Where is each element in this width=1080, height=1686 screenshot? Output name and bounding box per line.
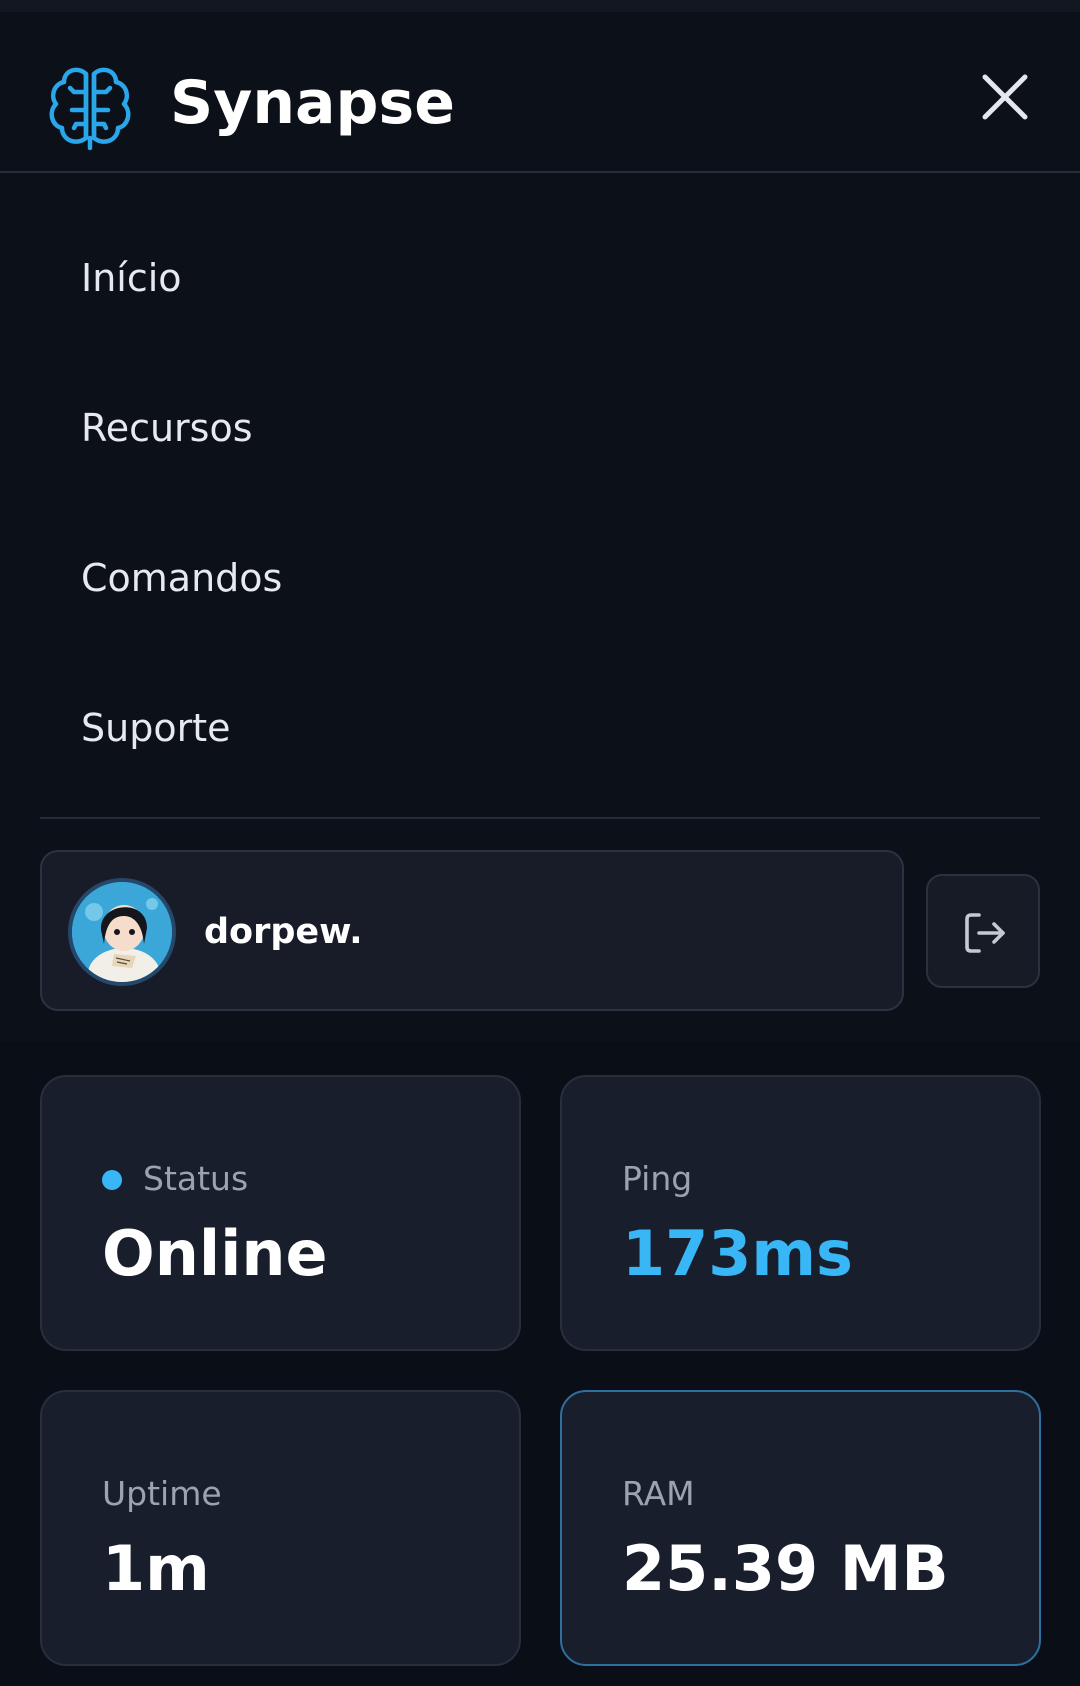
nav-item-label: Recursos [81, 406, 253, 450]
menu-header: Synapse [0, 12, 1080, 173]
uptime-value: 1m [102, 1532, 210, 1605]
ram-card: RAM 25.39 MB [560, 1390, 1041, 1666]
close-icon[interactable] [975, 67, 1035, 127]
nav-item-inicio[interactable]: Início [40, 216, 1040, 336]
app-title: Synapse [170, 68, 455, 138]
top-strip [0, 0, 1080, 12]
uptime-card: Uptime 1m [40, 1390, 521, 1666]
nav-item-comandos[interactable]: Comandos [40, 516, 1040, 636]
ram-label: RAM [622, 1474, 695, 1513]
user-card[interactable]: dorpew. [40, 850, 904, 1011]
divider [40, 817, 1040, 819]
nav-item-suporte[interactable]: Suporte [40, 666, 1040, 786]
ping-value: 173ms [622, 1217, 853, 1290]
logout-button[interactable] [926, 874, 1040, 988]
username: dorpew. [204, 912, 363, 952]
logout-icon [965, 913, 1005, 953]
status-card: Status Online [40, 1075, 521, 1351]
status-indicator-dot [102, 1170, 122, 1190]
brain-circuit-icon [49, 67, 131, 150]
ram-value: 25.39 MB [622, 1532, 949, 1605]
status-label: Status [143, 1159, 249, 1198]
avatar [68, 878, 176, 986]
nav-item-recursos[interactable]: Recursos [40, 366, 1040, 486]
ping-label: Ping [622, 1159, 693, 1198]
nav-item-label: Comandos [81, 556, 283, 600]
uptime-label: Uptime [102, 1474, 222, 1513]
status-value: Online [102, 1217, 328, 1290]
nav-item-label: Início [81, 256, 182, 300]
ping-card: Ping 173ms [560, 1075, 1041, 1351]
nav-item-label: Suporte [81, 706, 231, 750]
